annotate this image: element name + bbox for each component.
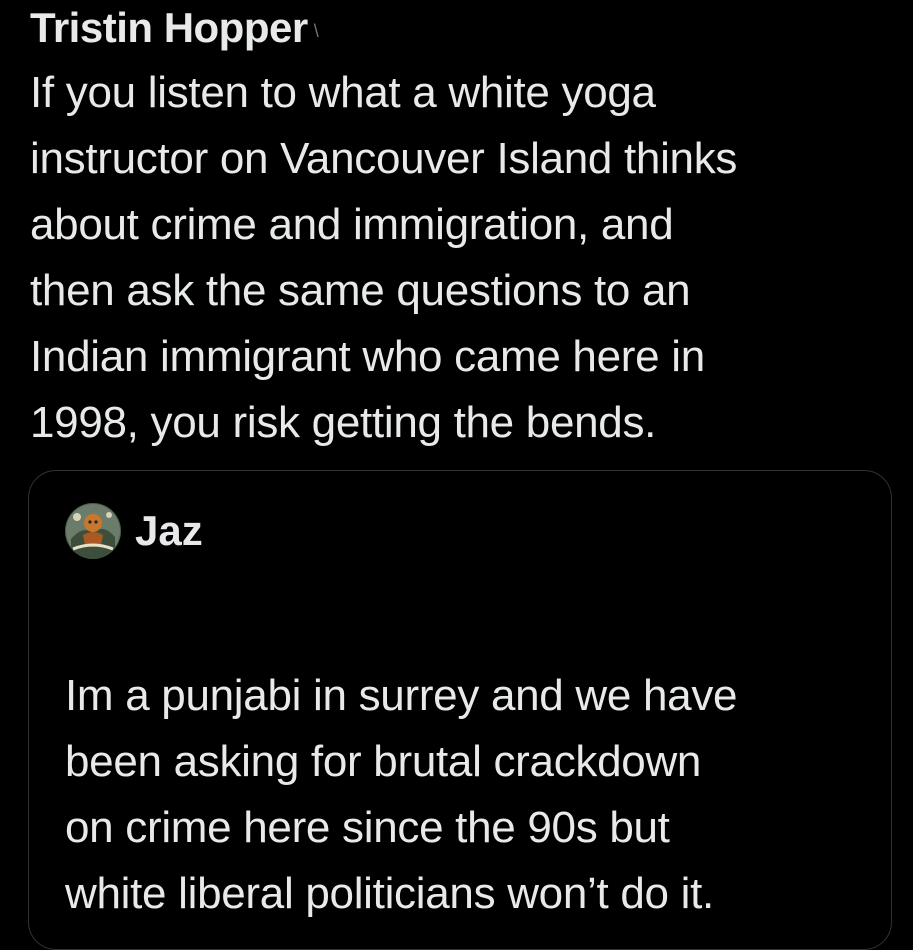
quoted-tweet-text: Im a punjabi in surrey and we have been … (65, 663, 737, 927)
tweet-text-line: instructor on Vancouver Island thinks (30, 134, 738, 183)
quoted-text-line: white liberal politicians won’t do it. (65, 869, 714, 918)
tweet-text-line: then ask the same questions to an (30, 266, 691, 315)
quoted-tweet-header: Jaz (65, 503, 203, 559)
quoted-tweet-card[interactable]: Jaz Im a punjabi in surrey and we have b… (28, 470, 892, 950)
avatar-image-icon (65, 503, 121, 559)
quoted-author-name[interactable]: Jaz (135, 503, 203, 559)
tweet-text-line: Indian immigrant who came here in (30, 332, 705, 381)
tweet: Tristin Hopper \ If you listen to what a … (30, 0, 890, 456)
tweet-text-line: If you listen to what a white yoga (30, 68, 656, 117)
author-name-text[interactable]: Tristin Hopper (30, 4, 308, 51)
tweet-text: If you listen to what a white yoga instr… (30, 60, 890, 456)
tweet-header: Tristin Hopper \ (30, 0, 890, 52)
author-handle-partial: \ (313, 20, 319, 41)
tweet-text-line: 1998, you risk getting the bends. (30, 398, 657, 447)
tweet-text-line: about crime and immigration, and (30, 200, 674, 249)
quoted-text-line: Im a punjabi in surrey and we have (65, 671, 738, 720)
avatar[interactable] (65, 503, 121, 559)
quoted-text-line: been asking for brutal crackdown (65, 737, 702, 786)
quoted-text-line: on crime here since the 90s but (65, 803, 670, 852)
author-name[interactable]: Tristin Hopper \ (30, 2, 319, 57)
